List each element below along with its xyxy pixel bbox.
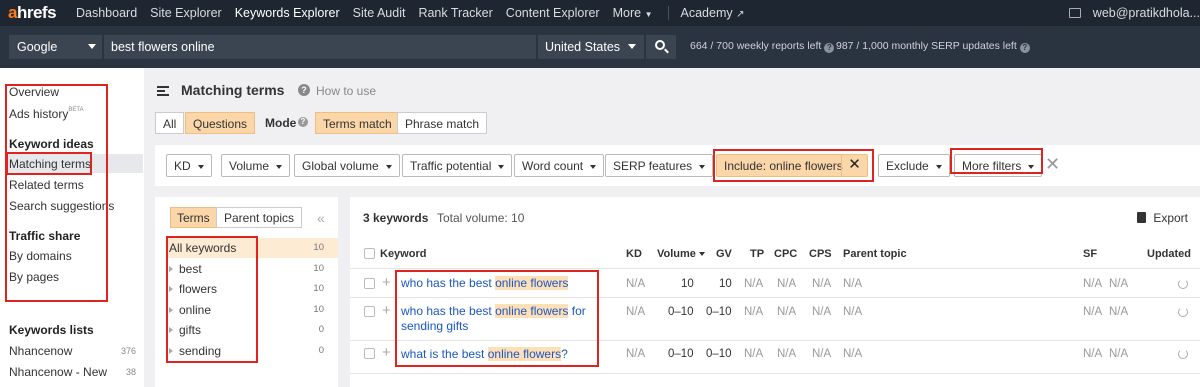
tab-questions[interactable]: Questions — [185, 112, 256, 134]
word-count-filter[interactable]: Word count — [514, 154, 605, 177]
help-icon[interactable]: ? — [1019, 43, 1030, 53]
sidebar-heading-keywords-lists: Keywords lists — [9, 323, 94, 337]
page-title: Matching terms — [181, 82, 285, 98]
filter-bar: KD Volume Global volume Traffic potentia… — [155, 145, 1200, 186]
ahrefs-logo[interactable]: ahrefs — [8, 3, 76, 23]
traffic-potential-filter[interactable]: Traffic potential — [402, 154, 513, 177]
chevron-down-icon — [197, 165, 204, 169]
refresh-icon[interactable] — [1178, 307, 1188, 317]
help-icon[interactable]: ? — [298, 84, 310, 96]
column-header-gv[interactable]: GV — [716, 248, 732, 260]
monthly-usage: 987 / 1,000 monthly SERP updates left? — [836, 40, 1030, 53]
help-icon[interactable]: ? — [298, 117, 308, 127]
phrase-match-button[interactable]: Phrase match — [397, 112, 488, 134]
column-header-kd[interactable]: KD — [626, 248, 642, 260]
column-header-sf[interactable]: SF — [1083, 248, 1097, 260]
annotation-box — [5, 84, 108, 302]
external-link-icon: ↗ — [736, 9, 745, 20]
select-all-checkbox[interactable] — [364, 248, 375, 259]
tab-parent-topics[interactable]: Parent topics — [216, 207, 303, 228]
add-icon[interactable]: + — [382, 275, 391, 290]
column-header-cpc[interactable]: CPC — [774, 248, 797, 260]
refresh-icon[interactable] — [1178, 349, 1188, 359]
row-checkbox[interactable] — [364, 348, 375, 359]
refresh-icon[interactable] — [1178, 279, 1188, 289]
column-header-volume[interactable]: Volume — [657, 248, 705, 260]
nav-academy[interactable]: Academy ↗ — [681, 6, 745, 20]
chevron-down-icon — [699, 165, 706, 169]
chevron-down-icon — [628, 44, 636, 49]
nav-keywords-explorer[interactable]: Keywords Explorer — [235, 6, 340, 20]
chevron-down-icon — [590, 165, 597, 169]
weekly-usage: 664 / 700 weekly reports left? — [690, 40, 835, 53]
chevron-down-icon — [935, 165, 942, 169]
column-header-tp[interactable]: TP — [750, 248, 764, 260]
nav-more[interactable]: More ▼ — [613, 6, 653, 20]
collapse-panel-icon[interactable]: « — [317, 210, 325, 226]
nav-site-explorer[interactable]: Site Explorer — [150, 6, 222, 20]
column-header-updated[interactable]: Updated — [1147, 248, 1191, 260]
tab-all[interactable]: All — [155, 112, 185, 134]
list-count: 38 — [125, 367, 136, 377]
user-email[interactable]: web@pratikdhola... — [1093, 6, 1200, 20]
kd-filter[interactable]: KD — [166, 154, 212, 177]
mode-label: Mode — [265, 116, 297, 130]
column-header-cps[interactable]: CPS — [809, 248, 832, 260]
terms-match-button[interactable]: Terms match — [315, 112, 400, 134]
menu-icon[interactable] — [157, 86, 169, 96]
column-header-parent-topic[interactable]: Parent topic — [843, 248, 907, 260]
search-icon — [655, 40, 665, 50]
nav-site-audit[interactable]: Site Audit — [353, 6, 406, 20]
chevron-down-icon — [88, 44, 96, 49]
sort-desc-icon — [698, 252, 705, 256]
search-bar: Google best flowers online United States… — [0, 26, 1200, 68]
keyword-input[interactable]: best flowers online — [104, 35, 536, 59]
row-checkbox[interactable] — [364, 306, 375, 317]
nav-dashboard[interactable]: Dashboard — [76, 6, 137, 20]
serp-features-filter[interactable]: SERP features — [605, 154, 714, 177]
exclude-filter[interactable]: Exclude — [878, 154, 950, 177]
chevron-down-icon: ▼ — [644, 10, 653, 19]
search-engine-select[interactable]: Google — [9, 35, 102, 59]
export-button[interactable]: Export — [1137, 211, 1188, 225]
divider — [350, 268, 1200, 269]
nav-rank-tracker[interactable]: Rank Tracker — [418, 6, 492, 20]
list-item[interactable]: Nhancenow — [9, 344, 72, 358]
search-button[interactable] — [646, 35, 676, 59]
row-checkbox[interactable] — [364, 278, 375, 289]
add-icon[interactable]: + — [382, 303, 391, 318]
annotation-box — [166, 236, 258, 363]
help-icon[interactable]: ? — [824, 43, 835, 53]
volume-filter[interactable]: Volume — [221, 154, 291, 177]
chevron-down-icon — [498, 165, 505, 169]
annotation-box — [395, 270, 599, 367]
annotation-box — [713, 149, 874, 182]
tab-terms[interactable]: Terms — [170, 207, 217, 228]
list-count: 376 — [120, 346, 136, 356]
chevron-down-icon — [385, 165, 392, 169]
column-header-keyword[interactable]: Keyword — [380, 248, 426, 260]
nav-content-explorer[interactable]: Content Explorer — [506, 6, 600, 20]
nav-divider — [667, 6, 669, 20]
global-volume-filter[interactable]: Global volume — [294, 154, 400, 177]
user-area: web@pratikdhola... — [1068, 0, 1200, 26]
add-icon[interactable]: + — [382, 345, 391, 360]
total-volume: Total volume: 10 — [437, 211, 525, 225]
top-nav: ahrefs Dashboard Site Explorer Keywords … — [0, 0, 1200, 26]
clear-filters-icon[interactable]: ✕ — [1045, 154, 1060, 174]
country-select[interactable]: United States — [538, 35, 644, 59]
divider — [350, 373, 1200, 374]
list-item[interactable]: Nhancenow - New — [9, 365, 107, 379]
annotation-box — [6, 152, 92, 175]
monitor-icon[interactable] — [1068, 8, 1081, 18]
export-icon — [1137, 212, 1147, 223]
results-count: 3 keywords — [363, 211, 429, 225]
annotation-box — [950, 148, 1043, 174]
chevron-down-icon — [276, 165, 283, 169]
how-to-use-link[interactable]: How to use — [316, 84, 376, 98]
